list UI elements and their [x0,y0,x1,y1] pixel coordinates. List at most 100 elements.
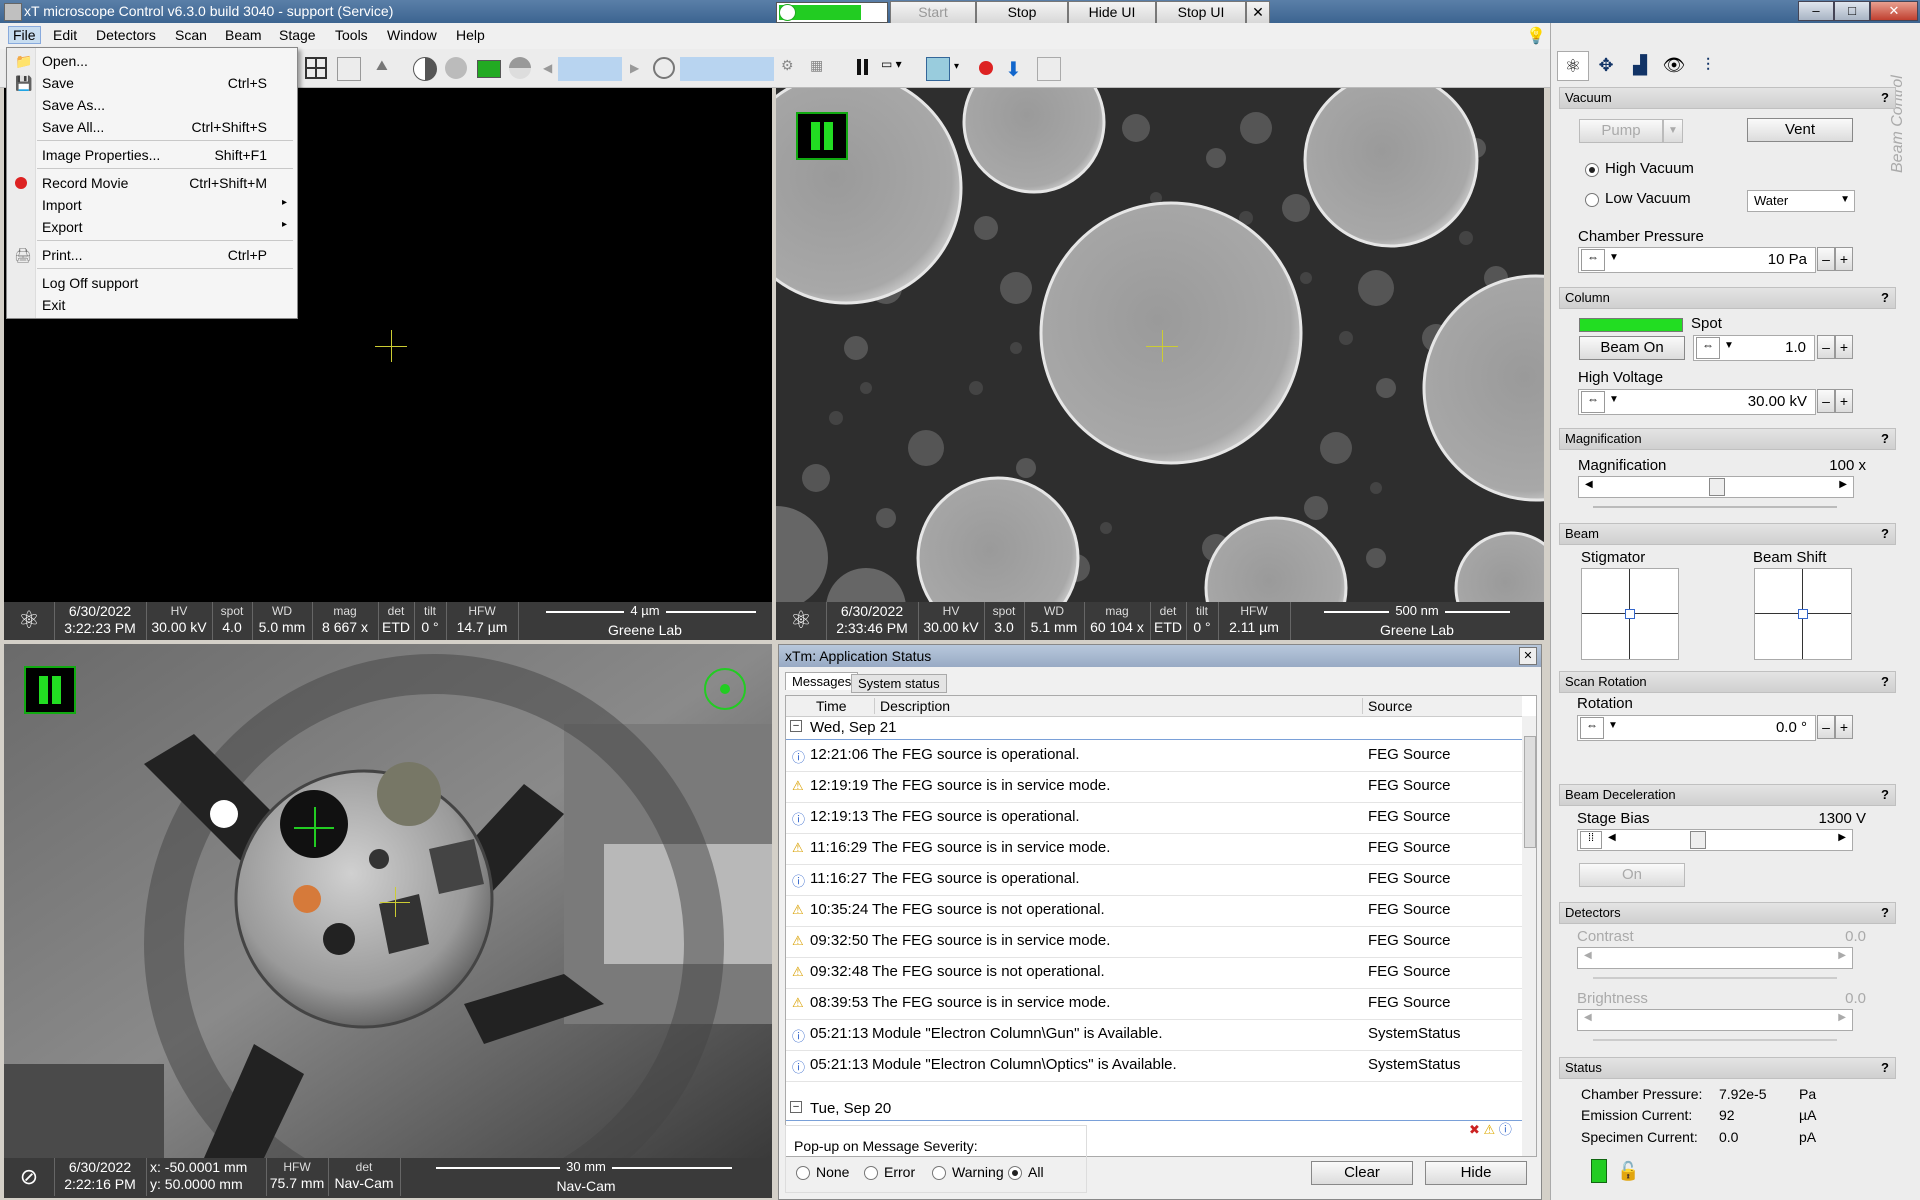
low-vacuum-radio[interactable] [1585,193,1599,207]
pause-icon[interactable] [853,57,875,79]
clock-icon[interactable] [653,57,675,79]
toolbar-field-2[interactable] [680,57,774,81]
column-source[interactable]: Source [1362,698,1412,714]
beam-section-header[interactable]: Beam? [1559,523,1896,545]
warning-filter-icon[interactable]: ⚠ [1484,1122,1496,1137]
close-icon[interactable]: ✕ [1870,1,1918,21]
column-description[interactable]: Description [874,698,950,714]
menu-save-as[interactable]: Save As... [7,94,297,116]
tab-view-icon[interactable]: 👁 [1659,51,1689,79]
stage-bias-slider[interactable]: ⁞⁞ ◀ ▶ [1577,829,1853,851]
rotation-input[interactable]: ⇔ ▼ 0.0 ° [1577,715,1816,741]
group-header[interactable]: – Wed, Sep 21 [786,717,1522,740]
column-section-header[interactable]: Column? [1559,287,1896,309]
quad-2-pause-icon[interactable] [796,112,848,160]
menu-log-off[interactable]: Log Off support [7,272,297,294]
severity-all-label[interactable]: All [1028,1164,1044,1180]
vacuum-section-header[interactable]: Vacuum? [1559,87,1896,109]
low-vacuum-mode-select[interactable]: Water ▼ [1747,190,1855,212]
contrast-slider[interactable]: ◀ ▶ [1577,947,1853,969]
spot-minus-button[interactable]: – [1817,335,1835,359]
menu-window[interactable]: Window [387,27,437,43]
image-icon[interactable] [477,60,501,78]
tab-detector-icon[interactable]: ▟ [1625,51,1655,79]
menu-help[interactable]: Help [456,27,485,43]
close-icon[interactable]: ✕ [1519,647,1537,665]
menu-stage[interactable]: Stage [279,27,316,43]
frame-icon[interactable] [1037,57,1061,81]
spot-input[interactable]: ⇔ ▼ 1.0 [1693,335,1815,361]
scan-speed-icon[interactable]: ▭ ▾ [881,57,903,79]
severity-none-radio[interactable] [796,1166,810,1180]
clear-button[interactable]: Clear [1311,1161,1413,1185]
grid-icon[interactable] [305,57,327,79]
table-scrollbar[interactable] [1522,716,1536,1156]
hv-plus-button[interactable]: + [1835,389,1853,413]
menu-scan[interactable]: Scan [175,27,207,43]
select-area-icon[interactable] [337,57,361,81]
spot-plus-button[interactable]: + [1835,335,1853,359]
scan-mode-icon[interactable] [926,57,950,81]
beam-shift-pad[interactable] [1754,568,1852,660]
atom-icon[interactable]: ⚛ [4,602,55,640]
lightbulb-icon[interactable]: 💡 [1526,26,1546,46]
toolbar-field-1[interactable] [558,57,622,81]
download-icon[interactable]: ⬇ [1005,57,1027,81]
pump-dropdown-icon[interactable]: ▼ [1663,119,1683,143]
column-time[interactable]: Time [816,698,847,714]
menu-beam[interactable]: Beam [225,27,262,43]
tab-tuning-icon[interactable]: ⫶ [1693,51,1723,79]
record-icon[interactable] [979,61,993,75]
tab-stage-icon[interactable]: ✥ [1591,51,1621,79]
pump-button[interactable]: Pump [1579,119,1663,143]
table-row[interactable]: ⚠ 12:19:19 The FEG source is in service mo… [786,771,1522,803]
status-section-header[interactable]: Status? [1559,1057,1896,1079]
collapse-icon[interactable]: – [790,720,802,732]
menu-print[interactable]: 🖨 Print... Ctrl+P [7,244,297,266]
severity-error-radio[interactable] [864,1166,878,1180]
severity-warning-radio[interactable] [932,1166,946,1180]
table-row[interactable]: ⓘ 05:21:13 Module "Electron Column\Optics"… [786,1050,1522,1082]
error-filter-icon[interactable]: ✖ [1469,1122,1480,1137]
scan-mode-dropdown-icon[interactable]: ▾ [954,61,959,72]
table-row[interactable]: ⓘ 11:16:27 The FEG source is operational. F… [786,864,1522,896]
menu-detectors[interactable]: Detectors [96,27,156,43]
table-row[interactable]: ⓘ 05:21:13 Module "Electron Column\Gun" is… [786,1019,1522,1051]
beam-deceleration-section-header[interactable]: Beam Deceleration? [1559,784,1896,806]
hv-minus-button[interactable]: – [1817,389,1835,413]
pressure-plus-button[interactable]: + [1835,247,1853,271]
chamber-pressure-input[interactable]: ⇔ ▼ 10 Pa [1578,247,1816,273]
magnification-slider[interactable]: ◀ ▶ [1578,476,1854,498]
detectors-section-header[interactable]: Detectors? [1559,902,1896,924]
high-vacuum-label[interactable]: High Vacuum [1605,160,1694,177]
table-row[interactable]: ⓘ 12:19:13 The FEG source is operational. F… [786,802,1522,834]
table-row[interactable]: ⓘ 12:21:06 The FEG source is operational. F… [786,740,1522,772]
rotation-minus-button[interactable]: – [1817,715,1835,739]
table-row[interactable]: ⚠ 09:32:48 The FEG source is not operation… [786,957,1522,989]
magnification-section-header[interactable]: Magnification? [1559,428,1896,450]
info-filter-icon[interactable]: ⓘ [1499,1122,1512,1137]
brightness-slider[interactable]: ◀ ▶ [1577,1009,1853,1031]
minimize-icon[interactable]: – [1798,1,1834,21]
close-ui-button[interactable]: ✕ [1246,1,1270,24]
menu-open[interactable]: 📁 Open... [7,50,297,72]
menu-save-all[interactable]: Save All... Ctrl+Shift+S [7,116,297,138]
menu-exit[interactable]: Exit [7,294,297,316]
menu-import[interactable]: Import ▸ [7,194,297,216]
beam-on-button[interactable]: Beam On [1579,336,1685,360]
navigation-target-icon[interactable] [704,668,746,710]
menu-save[interactable]: 💾 Save Ctrl+S [7,72,297,94]
contrast-icon[interactable] [413,57,437,81]
severity-all-radio[interactable] [1008,1166,1022,1180]
stop-button[interactable]: Stop [976,1,1068,24]
tab-system-status[interactable]: System status [851,674,947,693]
menu-tools[interactable]: Tools [335,27,368,43]
severity-error-label[interactable]: Error [884,1164,915,1180]
scroll-right-icon[interactable]: ▶ [630,61,639,75]
menu-record-movie[interactable]: Record Movie Ctrl+Shift+M [7,172,297,194]
severity-warning-label[interactable]: Warning [952,1164,1004,1180]
beam-blank-icon[interactable]: ⚙ [781,57,803,79]
hide-button[interactable]: Hide [1425,1161,1527,1185]
start-button[interactable]: Start [890,1,976,24]
collapse-icon[interactable]: – [790,1101,802,1113]
